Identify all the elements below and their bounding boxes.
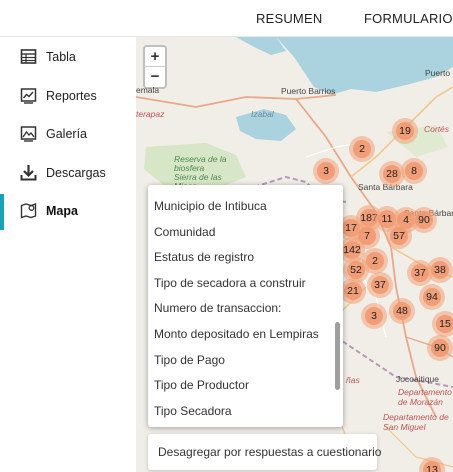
zoom-out-button[interactable]: − bbox=[145, 67, 165, 87]
map-cluster[interactable]: 48 bbox=[389, 298, 415, 324]
map-cluster[interactable]: 3 bbox=[361, 303, 387, 329]
desagregar-select[interactable]: Desagregar por respuestas a cuestionario bbox=[148, 434, 381, 470]
place-label: Puerto bbox=[425, 68, 451, 78]
map-cluster[interactable]: 8 bbox=[401, 158, 427, 184]
place-label: ñas bbox=[346, 375, 360, 385]
sidebar-item-tabla[interactable]: Tabla bbox=[0, 40, 136, 74]
sidebar-item-galeria[interactable]: Galería bbox=[0, 117, 136, 151]
dropdown-option[interactable]: Tipo Secadora bbox=[154, 404, 232, 418]
question-dropdown-list[interactable]: Municipio de Intibuca Comunidad Estatus … bbox=[148, 185, 343, 427]
map-cluster[interactable]: 21 bbox=[340, 278, 366, 304]
tab-resumen[interactable]: RESUMEN bbox=[256, 11, 322, 26]
map-cluster[interactable]: 3 bbox=[313, 158, 339, 184]
dropdown-option[interactable]: Tipo de Pago bbox=[154, 353, 225, 367]
dropdown-option[interactable]: Monto depositado en Lempiras bbox=[154, 327, 319, 341]
place-label: terapaz bbox=[136, 109, 165, 119]
place-label: Puerto Barrios bbox=[281, 86, 336, 96]
map-cluster[interactable]: 38 bbox=[427, 257, 453, 283]
sidebar-item-mapa[interactable]: Mapa bbox=[0, 194, 136, 230]
place-label: Jocoaitique bbox=[396, 374, 440, 384]
dropdown-option[interactable]: Tipo de secadora a construir bbox=[154, 276, 306, 290]
sidebar-item-label: Descargas bbox=[46, 166, 106, 180]
download-icon bbox=[20, 164, 37, 181]
active-indicator bbox=[0, 194, 4, 230]
map-cluster[interactable]: 13 bbox=[419, 457, 445, 472]
place-label: Departamento de San Miguel bbox=[383, 412, 449, 432]
place-label: Departamento de Morazán bbox=[398, 387, 452, 407]
place-label: Cortés bbox=[424, 124, 450, 134]
map-cluster[interactable]: 19 bbox=[392, 118, 418, 144]
tab-formulario[interactable]: FORMULARIO bbox=[364, 11, 453, 26]
sidebar-item-label: Galería bbox=[46, 127, 87, 141]
dropdown-option[interactable]: Numero de transaccion: bbox=[154, 301, 281, 315]
sidebar: Tabla Reportes Galería Descargas Mapa bbox=[0, 37, 136, 472]
gallery-icon bbox=[20, 125, 37, 142]
map-cluster[interactable]: 94 bbox=[419, 284, 445, 310]
dropdown-option[interactable]: Estatus de registro bbox=[154, 250, 254, 264]
place-label: emala bbox=[136, 85, 160, 95]
zoom-control: + − bbox=[143, 45, 167, 89]
sidebar-item-label: Mapa bbox=[46, 204, 78, 218]
map-cluster[interactable]: 37 bbox=[367, 272, 393, 298]
sidebar-item-label: Reportes bbox=[46, 89, 97, 103]
chart-icon bbox=[20, 87, 37, 104]
dropdown-option[interactable]: Comunidad bbox=[154, 225, 215, 239]
dropdown-scrollbar[interactable] bbox=[335, 322, 340, 390]
dropdown-option[interactable]: Municipio de Intibuca bbox=[154, 199, 267, 213]
map-cluster[interactable]: 90 bbox=[427, 335, 453, 361]
sidebar-item-reportes[interactable]: Reportes bbox=[0, 79, 136, 113]
top-navigation-bar: RESUMEN FORMULARIO bbox=[0, 0, 453, 37]
place-label: Izabal bbox=[251, 109, 274, 119]
map-cluster[interactable]: 90 bbox=[411, 207, 437, 233]
map-cluster[interactable]: 2 bbox=[349, 136, 375, 162]
table-icon bbox=[20, 48, 37, 65]
map-cluster[interactable]: 15 bbox=[432, 311, 453, 337]
sidebar-item-descargas[interactable]: Descargas bbox=[0, 156, 136, 190]
map-cluster[interactable]: 57 bbox=[386, 223, 412, 249]
dropdown-option[interactable]: Tipo de Productor bbox=[154, 378, 249, 392]
sidebar-item-label: Tabla bbox=[46, 50, 76, 64]
zoom-in-button[interactable]: + bbox=[145, 47, 165, 67]
map-icon bbox=[20, 202, 37, 219]
